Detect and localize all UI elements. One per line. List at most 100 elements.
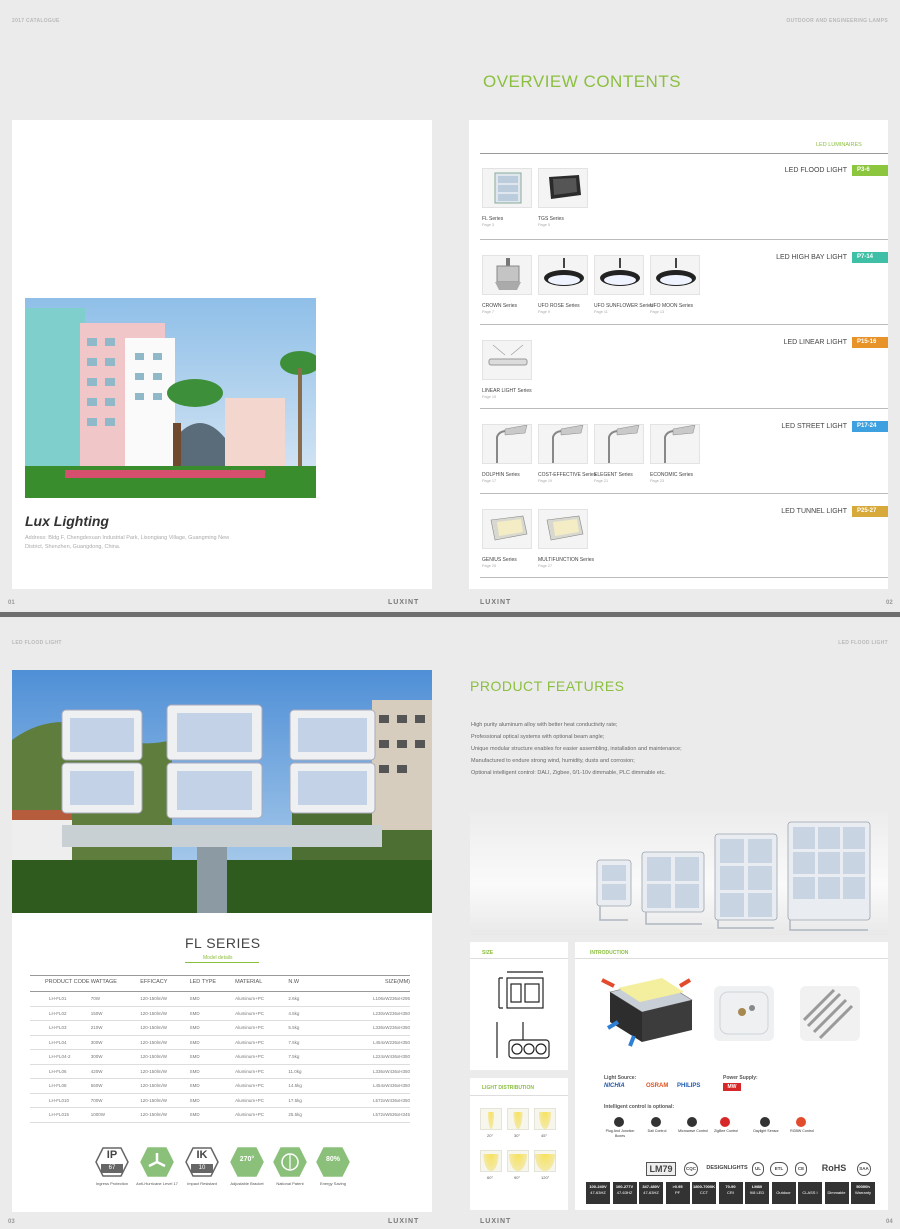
product-card[interactable]: COST-EFFECTIVE Series Page 19 [538, 424, 596, 483]
table-cell: LH-FL06 [30, 1064, 91, 1079]
table-cell: LH-FL02 [30, 1006, 91, 1021]
intro-title: INTRODUCTION [590, 950, 629, 956]
spec-box-label: 9/8 LED [749, 1190, 765, 1195]
table-cell: 300W [90, 1035, 141, 1050]
product-thumbnail [594, 424, 644, 464]
control-option-icon [794, 1115, 808, 1127]
table-cell: 5.5kg [288, 1020, 334, 1036]
feature-line: Unique modular structure enables for eas… [471, 746, 682, 752]
features-title: PRODUCT FEATURES [470, 678, 625, 694]
beam-angle-label: 120° [541, 1175, 550, 1180]
product-name: UFO SUNFLOWER Series [594, 303, 654, 309]
table-row: LH-FL01 70W 120-150lm/W SMD Aluminum+PC 2.6kg… [30, 991, 410, 1007]
table-cell: 120-150lm/W [140, 991, 190, 1007]
beam-angle-label: 45° [541, 1133, 548, 1138]
category-name: LED HIGH BAY LIGHT [776, 254, 847, 261]
product-thumbnail [538, 168, 588, 208]
product-thumbnail [482, 255, 532, 295]
table-row: LH-FL03 210W 120-150lm/W SMD Aluminum+PC 5.5k… [30, 1020, 410, 1036]
certification-logo: CQC [684, 1162, 698, 1176]
product-card[interactable]: ELEGENT Series Page 21 [594, 424, 644, 483]
feature-hex-icon: IK 10 [185, 1147, 219, 1177]
table-cell: 70W [90, 991, 141, 1007]
product-card[interactable]: GENIUS Series Page 25 [482, 509, 532, 568]
table-cell: SMD [189, 1006, 236, 1021]
spec-box: CLASS I [798, 1182, 822, 1204]
product-name: LINEAR LIGHT Series [482, 388, 532, 394]
table-cell: 7.5kg [288, 1049, 334, 1065]
series-subtitle: Model details [203, 955, 233, 961]
category-name: LED LINEAR LIGHT [783, 339, 847, 346]
feature-hex-top: 270° [239, 1156, 255, 1163]
certification-logo: DESIGNLIGHTS [706, 1165, 748, 1171]
table-cell: 700W [90, 1093, 141, 1108]
table-cell: L224xW436xH350 [333, 1049, 410, 1065]
spec-box: Outdoor [771, 1182, 796, 1204]
light-source-label: Light Source: [604, 1075, 637, 1081]
meanwell-logo: MW [723, 1083, 741, 1091]
table-cell: Aluminum+PC [235, 1006, 289, 1021]
product-thumbnail [482, 168, 532, 208]
product-card[interactable]: ECONOMIC Series Page 23 [650, 424, 700, 483]
beam-pattern-icon [507, 1108, 529, 1130]
beam-angle-label: 60° [487, 1175, 494, 1180]
light-dist-title: LIGHT DISTRIBUTION [482, 1085, 534, 1091]
spec-box: 70-90 CRI [718, 1182, 743, 1204]
category-page-badge[interactable]: P15-16 [852, 337, 888, 348]
table-cell: SMD [189, 1093, 236, 1108]
feature-hex-label: Anti-Hurricane Level 17 [136, 1181, 178, 1186]
table-cell: LH-FL04-2 [30, 1049, 91, 1065]
product-card[interactable]: LINEAR LIGHT Series Page 15 [482, 340, 532, 399]
table-cell: 120-150lm/W [140, 1006, 190, 1021]
category-page-badge[interactable]: P17-24 [852, 421, 888, 432]
table-cell: L230xW236xH350 [333, 1006, 410, 1021]
product-card[interactable]: FL Series Page 3 [482, 168, 532, 227]
spec-box: Dimmable [824, 1182, 849, 1204]
col-efficacy: EFFICACY [140, 975, 190, 992]
page-number-right: 02 [886, 600, 893, 606]
category-page-badge[interactable]: P25-27 [852, 506, 888, 517]
product-card[interactable]: MULTIFUNCTION Series Page 27 [538, 509, 595, 568]
product-name: MULTIFUNCTION Series [538, 557, 595, 563]
category-page-badge[interactable]: P7-14 [852, 252, 888, 263]
table-cell: 14.5kg [288, 1078, 334, 1094]
product-page: Page 5 [538, 223, 551, 227]
product-page: Page 27 [538, 564, 553, 568]
spec-box-label: Dimmable [827, 1190, 846, 1195]
control-option-icon [758, 1115, 772, 1127]
size-rule [470, 958, 568, 959]
spec-box-label: 47-63HZ [643, 1190, 659, 1195]
table-cell: SMD [189, 991, 236, 1007]
control-option-icon [718, 1115, 732, 1127]
table-row: LH-FL04-2 300W 120-150lm/W SMD Aluminum+PC 7.… [30, 1049, 410, 1065]
table-cell: 560W [90, 1078, 141, 1094]
category-page-badge[interactable]: P3-6 [852, 165, 888, 176]
feature-hex-label: Ingress Protection [95, 1181, 129, 1186]
col-nw: N.W [288, 975, 334, 992]
product-card[interactable]: UFO ROSE Series Page 9 [538, 255, 588, 314]
table-cell: Aluminum+PC [235, 1020, 289, 1036]
page-number-left: 01 [8, 600, 15, 606]
brand-osram: OSRAM [646, 1083, 669, 1089]
product-card[interactable]: CROWN Series Page 7 [482, 255, 532, 314]
table-cell: SMD [189, 1064, 236, 1079]
dimension-drawing [495, 970, 550, 1065]
product-card[interactable]: UFO MOON Series Page 13 [650, 255, 700, 314]
product-name: UFO ROSE Series [538, 303, 580, 309]
product-card[interactable]: UFO SUNFLOWER Series Page 11 [594, 255, 654, 314]
product-card[interactable]: DOLPHIN Series Page 17 [482, 424, 532, 483]
certification-logo: UL [752, 1162, 764, 1176]
lens-module-image [714, 986, 774, 1041]
table-cell: Aluminum+PC [235, 1064, 289, 1079]
col-material: MATERIAL [235, 975, 289, 992]
company-name: Lux Lighting [25, 513, 109, 529]
table-row: LH-FL015 1000W 120-150lm/W SMD Aluminum+PC 25… [30, 1107, 410, 1123]
feature-hex-label: Energy Saving [319, 1181, 346, 1186]
table-cell: SMD [189, 1035, 236, 1050]
catalogue-spread-1: 2017 CATALOGUE OUTDOOR AND ENGINEERING L… [0, 0, 900, 612]
table-cell: L454xW436xH350 [333, 1078, 410, 1094]
control-option-label: Daylight Sensor [753, 1129, 779, 1133]
product-thumbnail [650, 255, 700, 295]
feature-line: Optional intelligent control: DALI, Zigb… [471, 770, 666, 776]
product-card[interactable]: TGS Series Page 5 [538, 168, 588, 227]
